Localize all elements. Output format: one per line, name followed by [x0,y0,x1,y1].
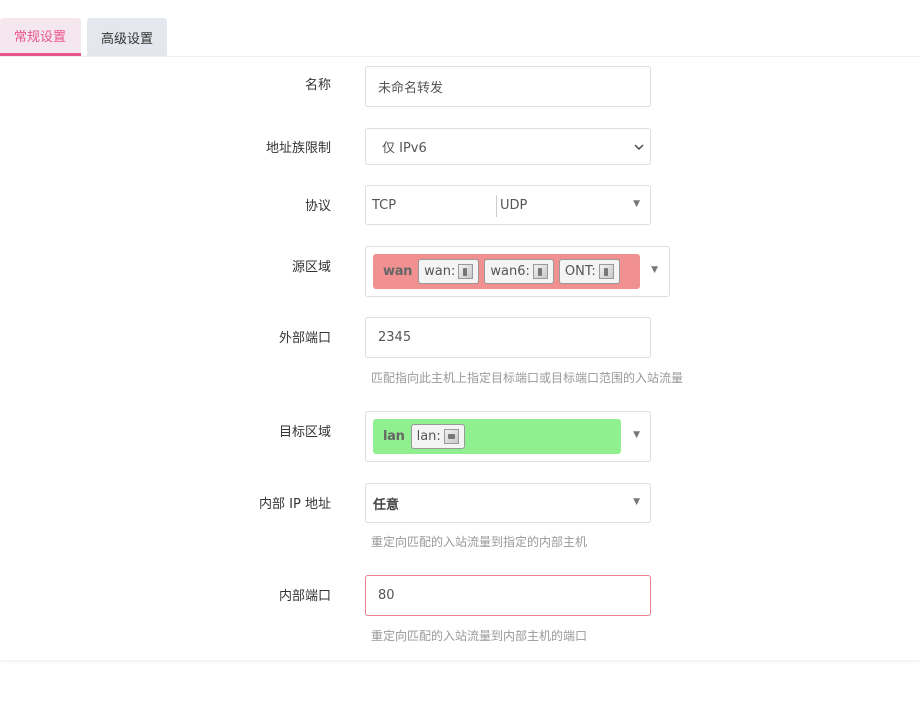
device-wan6: wan6: [484,259,554,284]
device-ont-label: ONT: [564,264,596,279]
family-select-value: 仅 IPv6 [382,141,427,156]
int-ip-value: 任意 [373,498,400,513]
device-wan: wan: [418,259,480,284]
ext-port-value: 2345 [378,330,412,345]
protocol-tcp[interactable]: TCP [366,186,396,224]
device-ont: ONT: [558,259,620,284]
ext-port-hint: 匹配指向此主机上指定目标端口或目标端口范围的入站流量 [371,371,684,385]
name-input-value: 未命名转发 [378,81,444,96]
dest-zone-name: lan [383,429,405,444]
family-label: 地址族限制 [265,141,331,156]
network-bridge-icon [443,429,459,444]
int-port-label: 内部端口 [278,589,331,604]
ext-port-input[interactable]: 2345 [365,317,651,358]
caret-down-icon: ▼ [633,497,640,507]
family-select[interactable]: 仅 IPv6 [365,128,651,165]
src-zone-select[interactable]: wan wan: wan6: ONT: ▼ [365,246,670,297]
dest-zone-badge: lan lan: [373,419,621,454]
src-zone-badge: wan wan: wan6: ONT: [373,254,640,289]
int-ip-hint: 重定向匹配的入站流量到指定的内部主机 [371,535,588,549]
device-wan-label: wan: [424,264,456,279]
int-ip-label: 内部 IP 地址 [259,497,331,512]
ext-port-label: 外部端口 [278,331,331,346]
int-port-value: 80 [378,588,395,603]
network-interface-icon [458,264,474,279]
dest-zone-select[interactable]: lan lan: ▼ [365,411,651,462]
src-zone-name: wan [383,264,413,279]
protocol-multiselect[interactable]: TCP UDP ▼ [365,185,651,225]
name-label: 名称 [304,78,331,93]
device-lan: lan: [410,424,465,449]
protocol-label: 协议 [304,199,331,214]
int-port-input[interactable]: 80 [365,575,651,616]
network-interface-icon [598,264,614,279]
device-wan6-label: wan6: [490,264,530,279]
caret-down-icon: ▼ [633,430,640,440]
tab-general-settings[interactable]: 常规设置 [0,18,81,56]
chevron-down-icon [634,144,644,150]
tab-bar: 常规设置 高级设置 [0,18,173,56]
caret-down-icon: ▼ [633,199,640,209]
src-zone-label: 源区域 [291,260,331,275]
tab-advanced-settings[interactable]: 高级设置 [87,18,167,56]
name-input[interactable]: 未命名转发 [365,66,651,107]
device-lan-label: lan: [416,429,441,444]
caret-down-icon: ▼ [651,265,658,275]
int-ip-select[interactable]: 任意 ▼ [365,483,651,523]
int-port-hint: 重定向匹配的入站流量到内部主机的端口 [371,629,588,643]
dest-zone-label: 目标区域 [278,425,331,440]
network-interface-icon [532,264,548,279]
settings-panel: 名称 未命名转发 地址族限制 仅 IPv6 协议 TCP UDP ▼ 源区域 w… [0,56,920,660]
protocol-udp[interactable]: UDP [494,186,527,224]
